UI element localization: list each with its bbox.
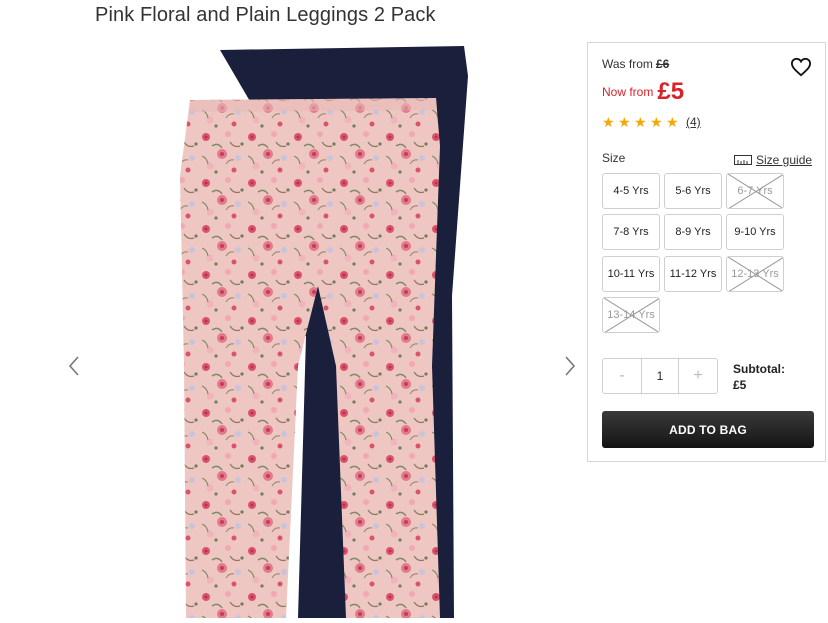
star-icon: ★ — [650, 114, 663, 130]
star-icon: ★ — [602, 114, 615, 130]
star-icon: ★ — [634, 114, 647, 130]
review-count-link[interactable]: (4) — [686, 115, 701, 129]
chevron-right-icon — [565, 356, 576, 376]
was-price-label: Was from — [602, 57, 653, 71]
quantity-decrement-button[interactable]: - — [603, 359, 641, 393]
add-to-bag-button[interactable]: ADD TO BAG — [602, 411, 814, 448]
size-option-unavailable[interactable]: 13-14 Yrs — [602, 297, 660, 333]
size-option-unavailable[interactable]: 12-13 Yrs — [726, 256, 784, 292]
chevron-left-icon — [68, 356, 79, 376]
purchase-panel: Was from £6 Now from £5 ★ ★ ★ ★ ★ (4) Size… — [587, 42, 826, 462]
size-guide-link[interactable]: Size guide — [734, 153, 812, 167]
size-guide-label: Size guide — [756, 153, 813, 167]
quantity-increment-button[interactable]: + — [679, 359, 717, 393]
size-option[interactable]: 7-8 Yrs — [602, 214, 660, 250]
size-option[interactable]: 5-6 Yrs — [664, 173, 722, 209]
was-price-value: £6 — [655, 57, 670, 71]
product-gallery — [60, 36, 590, 618]
size-option[interactable]: 9-10 Yrs — [726, 214, 784, 250]
size-option[interactable]: 11-12 Yrs — [664, 256, 722, 292]
size-option[interactable]: 4-5 Yrs — [602, 173, 660, 209]
subtotal-value: £5 — [733, 378, 747, 392]
ruler-icon — [734, 155, 752, 165]
now-price-label: Now from — [602, 85, 654, 99]
size-option[interactable]: 8-9 Yrs — [664, 214, 722, 250]
gallery-next-button[interactable] — [558, 351, 582, 381]
size-option-unavailable[interactable]: 6-7 Yrs — [726, 173, 784, 209]
product-title: Pink Floral and Plain Leggings 2 Pack — [95, 4, 436, 26]
heart-icon — [790, 57, 812, 77]
quantity-stepper: - 1 + — [602, 358, 718, 394]
now-price: Now from £5 — [602, 78, 684, 106]
size-label: Size — [602, 151, 626, 165]
star-icon: ★ — [618, 114, 631, 130]
gallery-prev-button[interactable] — [62, 351, 86, 381]
rating: ★ ★ ★ ★ ★ (4) — [602, 115, 701, 129]
size-option[interactable]: 10-11 Yrs — [602, 256, 660, 292]
quantity-input[interactable]: 1 — [641, 359, 679, 393]
now-price-value: £5 — [657, 78, 685, 105]
was-price: Was from £6 — [602, 57, 669, 71]
wishlist-button[interactable] — [790, 57, 812, 82]
rating-stars: ★ ★ ★ ★ ★ — [602, 115, 682, 129]
product-image — [180, 46, 468, 618]
star-icon: ★ — [666, 114, 679, 130]
size-options: 4-5 Yrs 5-6 Yrs 6-7 Yrs 7-8 Yrs 8-9 Yrs … — [602, 173, 792, 335]
subtotal-label: Subtotal: — [733, 362, 785, 376]
subtotal: Subtotal: £5 — [733, 361, 785, 393]
